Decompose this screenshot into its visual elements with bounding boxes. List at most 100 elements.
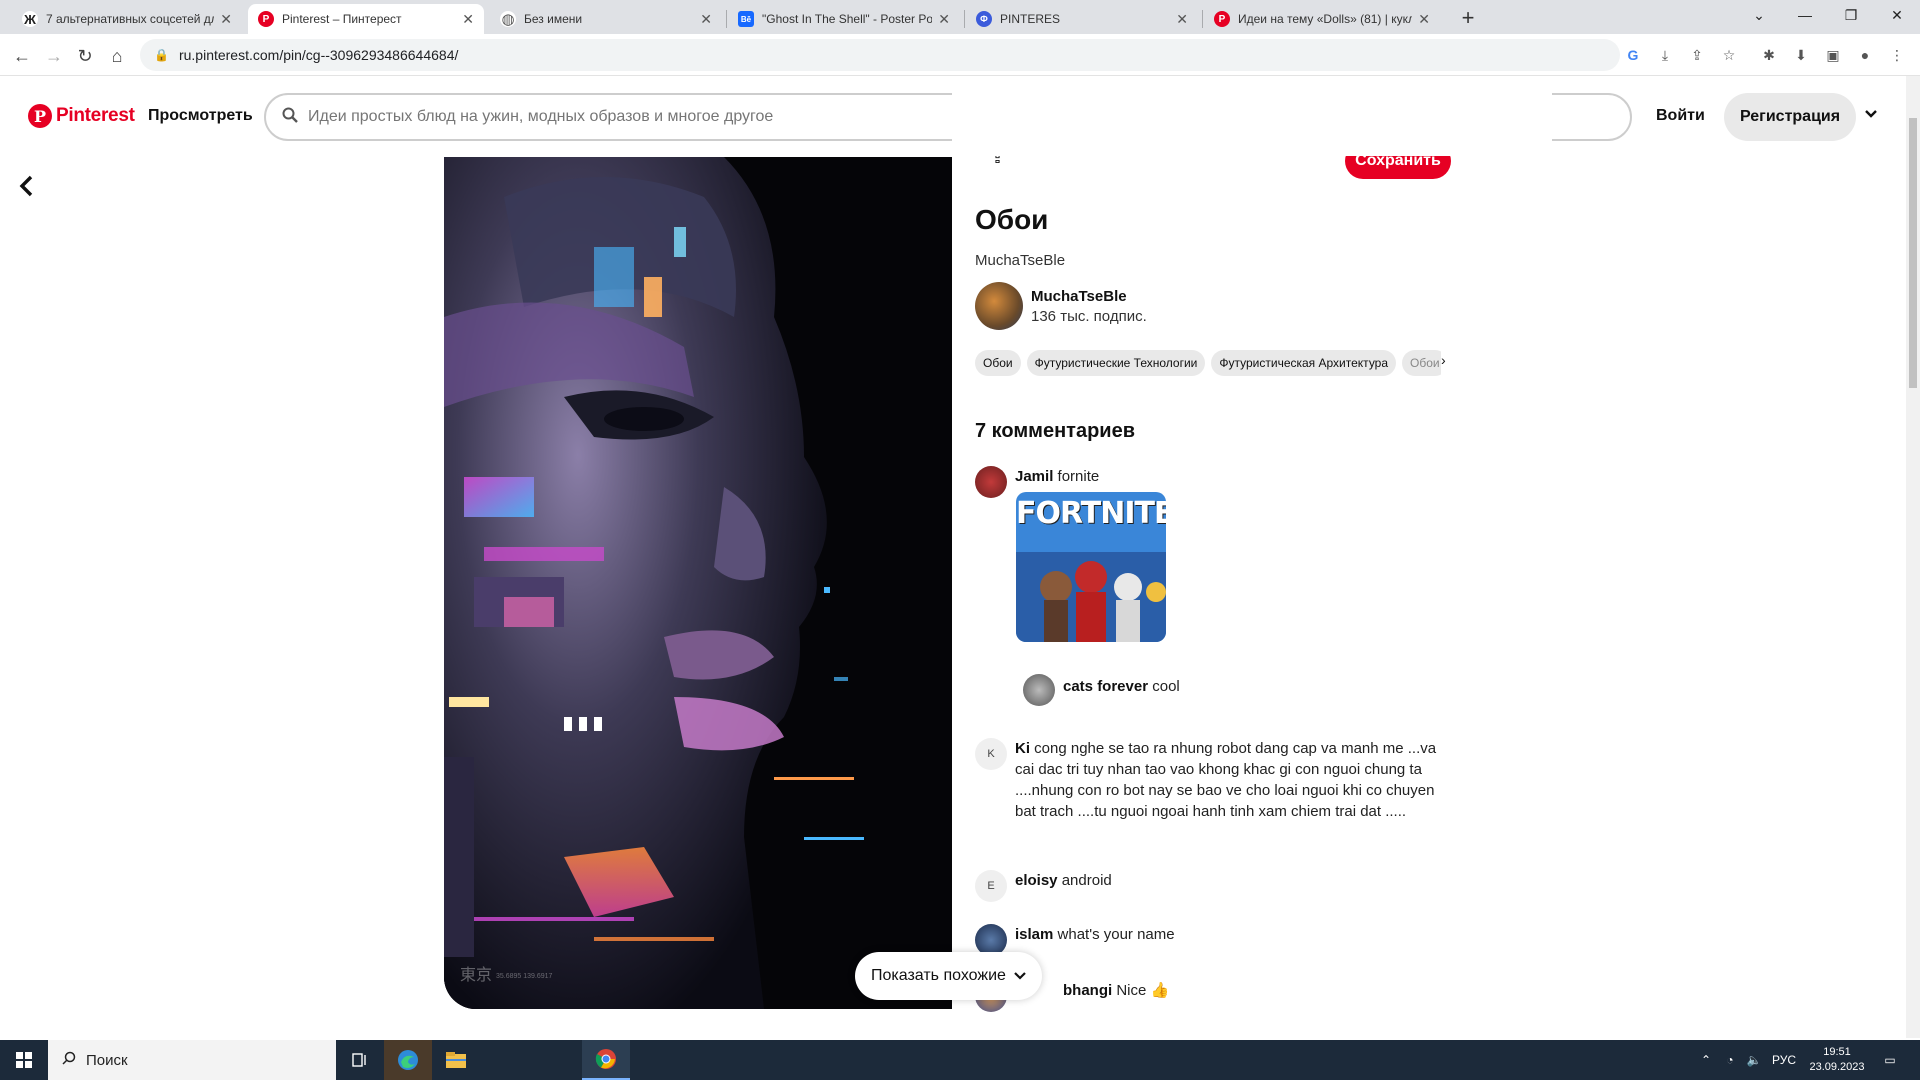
close-icon[interactable]: ✕ (938, 11, 950, 28)
tab-title: Без имени (524, 12, 583, 26)
back-arrow-icon[interactable] (18, 172, 34, 206)
comment-user[interactable]: Jamil (1015, 468, 1053, 485)
tag-chip[interactable]: Обои (1402, 350, 1441, 376)
pinterest-icon: P (258, 11, 274, 27)
comments-heading: 7 комментариев (975, 420, 1136, 442)
close-icon[interactable]: ✕ (1418, 11, 1430, 28)
chrome-icon[interactable] (582, 1040, 630, 1080)
pin-title: Обои (975, 204, 1049, 235)
windows-start-icon[interactable] (0, 1040, 48, 1080)
address-bar[interactable]: 🔒 ru.pinterest.com/pin/cg--3096293486644… (140, 39, 1620, 71)
system-tray: ⌃ ◔ 🔈 РУС 19:51 23.09.2023 ▭ (1694, 1040, 1908, 1080)
share-icon[interactable]: ⇪ (1686, 44, 1708, 66)
edge-icon[interactable] (384, 1040, 432, 1080)
comment-user[interactable]: bhangi (1063, 982, 1112, 999)
notification-icon[interactable]: ▭ (1872, 1053, 1908, 1067)
tag-chip[interactable]: Футуристические Технологии (1026, 350, 1206, 376)
clock[interactable]: 19:51 23.09.2023 (1802, 1045, 1872, 1075)
windows-taskbar: Поиск ⌃ ◔ 🔈 РУС 19:51 23.09.2023 ▭ (0, 1040, 1920, 1080)
pinterest-logo-icon: P (28, 104, 52, 128)
close-icon[interactable]: ✕ (220, 11, 232, 28)
network-icon[interactable]: ◔ (1718, 1053, 1742, 1067)
author-block[interactable]: MuchaTseBle 136 тыс. подпис. (975, 282, 1147, 330)
file-explorer-icon[interactable] (432, 1040, 480, 1080)
google-icon[interactable]: G (1622, 44, 1644, 66)
profile-icon[interactable]: ● (1854, 44, 1876, 66)
task-view-icon[interactable] (336, 1040, 384, 1080)
comment-text: eloisy android (1015, 870, 1112, 902)
author-name[interactable]: MuchaTseBle (1031, 288, 1147, 305)
browser-tab[interactable]: P Идеи на тему «Dolls» (81) | кукл ✕ (1204, 4, 1440, 34)
show-similar-button[interactable]: Показать похожие (855, 952, 1042, 1000)
login-button[interactable]: Войти (1656, 107, 1705, 125)
avatar[interactable] (975, 282, 1023, 330)
globe-icon: ◍ (500, 11, 516, 28)
bookmark-star-icon[interactable]: ☆ (1718, 44, 1740, 66)
comment-body: android (1061, 872, 1112, 889)
comment-user[interactable]: islam (1015, 926, 1053, 943)
avatar[interactable] (975, 466, 1007, 498)
signup-button[interactable]: Регистрация (1724, 93, 1857, 141)
menu-icon[interactable]: ⋮ (1886, 44, 1908, 66)
chevron-right-icon[interactable]: › (1441, 352, 1446, 368)
browser-tab[interactable]: Bē "Ghost In The Shell" - Poster Pos ✕ (728, 4, 960, 34)
install-icon[interactable]: ⤓ (1654, 44, 1676, 66)
close-window-icon[interactable]: ✕ (1874, 0, 1920, 30)
chevron-up-icon[interactable]: ⌃ (1694, 1053, 1718, 1067)
close-icon[interactable]: ✕ (462, 11, 474, 28)
avatar[interactable]: K (975, 738, 1007, 770)
browser-tab[interactable]: Ж 7 альтернативных соцсетей для ✕ (12, 4, 242, 34)
scrollbar-thumb[interactable] (1909, 118, 1917, 388)
tab-search-icon[interactable]: ⌄ (1736, 0, 1782, 30)
comment-body: cool (1152, 678, 1180, 695)
close-icon[interactable]: ✕ (1176, 11, 1188, 28)
new-tab-icon[interactable]: + (1454, 4, 1482, 32)
logo-text: Pinterest (56, 105, 135, 126)
chevron-down-icon[interactable] (1864, 106, 1878, 124)
comment-body: cong nghe se tao ra nhung robot dang cap… (1015, 740, 1437, 820)
close-icon[interactable]: ✕ (700, 11, 712, 28)
side-panel-icon[interactable]: ▣ (1822, 44, 1844, 66)
extensions-icon[interactable]: ✱ (1758, 44, 1780, 66)
header-overlap-cover (952, 76, 1552, 156)
pin-image[interactable]: 東京 35.6895 139.6917 (444, 157, 952, 1009)
restore-icon[interactable]: ❐ (1828, 0, 1874, 30)
reload-icon[interactable]: ↻ (72, 43, 98, 69)
minimize-icon[interactable]: — (1782, 0, 1828, 30)
generic-icon: Ф (976, 11, 992, 27)
taskbar-search[interactable]: Поиск (48, 1040, 336, 1080)
browser-tab[interactable]: ◍ Без имени ✕ (490, 4, 722, 34)
avatar[interactable]: E (975, 870, 1007, 902)
browser-tab[interactable]: Ф PINTERES ✕ (966, 4, 1198, 34)
zen-icon: Ж (22, 11, 38, 27)
browser-toolbar: ← → ↻ ⌂ 🔒 ru.pinterest.com/pin/cg--30962… (0, 34, 1920, 76)
downloads-icon[interactable]: ⬇ (1790, 44, 1812, 66)
tag-chip[interactable]: Футуристическая Архитектура (1211, 350, 1397, 376)
tag-chip[interactable]: Обои (975, 350, 1021, 376)
comment-user[interactable]: Ki (1015, 740, 1030, 757)
taskbar-search-label: Поиск (86, 1051, 128, 1069)
browse-link[interactable]: Просмотреть (148, 107, 253, 125)
comment-text: Ki cong nghe se tao ra nhung robot dang … (1015, 738, 1453, 822)
volume-icon[interactable]: 🔈 (1742, 1053, 1766, 1067)
image-caption-coords: 35.6895 139.6917 (496, 973, 553, 980)
home-icon[interactable]: ⌂ (104, 43, 130, 69)
search-icon (62, 1051, 76, 1069)
tab-title: PINTERES (1000, 12, 1061, 26)
pinterest-icon: P (1214, 11, 1230, 27)
comment-image[interactable]: FORTNITE (1016, 492, 1166, 642)
back-icon[interactable]: ← (9, 43, 35, 69)
forward-icon[interactable]: → (41, 43, 67, 69)
comment-user[interactable]: eloisy (1015, 872, 1058, 889)
browser-tab-active[interactable]: P Pinterest – Пинтерест ✕ (248, 4, 484, 34)
lock-icon: 🔒 (154, 48, 169, 62)
comment-text: islam what's your name (1015, 924, 1175, 956)
tab-title: "Ghost In The Shell" - Poster Pos (762, 12, 933, 26)
tab-separator (1202, 10, 1203, 28)
pinterest-logo[interactable]: P Pinterest (28, 104, 135, 128)
language-indicator[interactable]: РУС (1766, 1053, 1802, 1067)
tab-title: Идеи на тему «Dolls» (81) | кукл (1238, 12, 1413, 26)
avatar[interactable] (1023, 674, 1055, 706)
comment-body: Nice 👍 (1116, 982, 1170, 999)
comment-user[interactable]: cats forever (1063, 678, 1148, 695)
